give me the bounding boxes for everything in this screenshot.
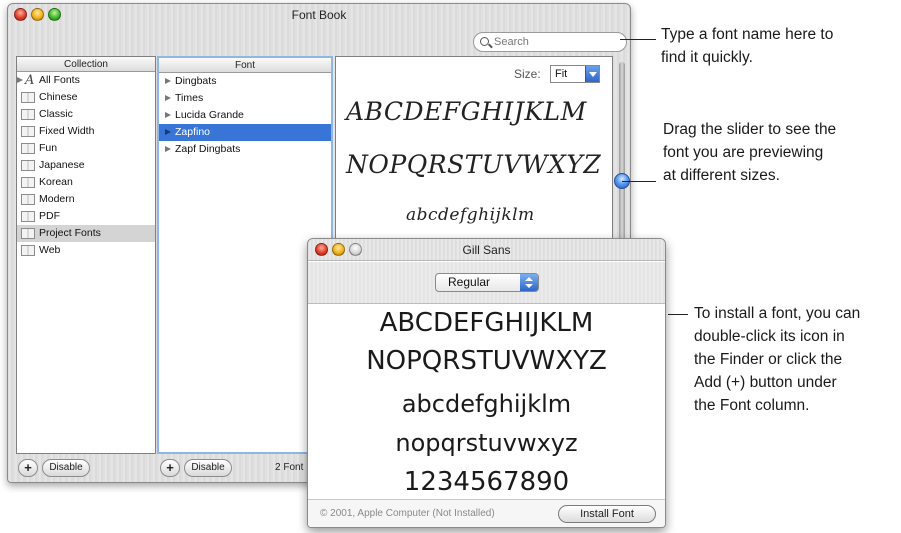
book-icon (21, 245, 35, 256)
size-value: Fit (555, 68, 568, 80)
font-item-label: Zapf Dingbats (175, 143, 241, 155)
sample-line-digits: 1234567890 (403, 467, 570, 497)
book-icon (21, 228, 35, 239)
search-icon (480, 37, 489, 46)
close-button[interactable] (315, 243, 328, 256)
font-item-dingbats[interactable]: Dingbats (159, 73, 331, 90)
font-preview-window: Gill Sans Regular ABCDEFGHIJKLM NOPQRSTU… (307, 238, 666, 528)
collection-item-pdf[interactable]: PDF (17, 208, 155, 225)
style-select[interactable]: Regular (435, 273, 539, 292)
disclosure-triangle-icon[interactable] (165, 129, 171, 135)
collection-item-fun[interactable]: Fun (17, 140, 155, 157)
book-icon (21, 126, 35, 137)
window-title: Font Book (291, 8, 347, 22)
font-item-label: Zapfino (175, 126, 211, 138)
preview-line-uppercase-1: ABCDEFGHIJKLM (346, 97, 587, 126)
add-collection-button[interactable]: + (18, 459, 38, 477)
collection-item-label: Modern (39, 193, 75, 205)
install-font-button[interactable]: Install Font (558, 505, 656, 523)
collection-item-label: Fixed Width (39, 125, 95, 137)
close-button[interactable] (14, 8, 27, 21)
font-item-lucida-grande[interactable]: Lucida Grande (159, 107, 331, 124)
disclosure-triangle-icon[interactable] (17, 77, 23, 83)
disclosure-triangle-icon[interactable] (165, 112, 171, 118)
collection-item-label: All Fonts (39, 74, 80, 86)
book-icon (21, 177, 35, 188)
callout-install: To install a font, you can double-click … (694, 305, 861, 414)
collection-item-label: PDF (39, 210, 60, 222)
sample-line-uppercase-1: ABCDEFGHIJKLM (379, 308, 594, 338)
collection-item-web[interactable]: Web (17, 242, 155, 259)
font-item-label: Dingbats (175, 75, 217, 87)
collection-list[interactable]: Collection A All Fonts Chinese Classic F… (16, 56, 156, 454)
callout-line-search (620, 39, 656, 40)
copyright-text: © 2001, Apple Computer (Not Installed) (320, 508, 495, 519)
book-icon (21, 160, 35, 171)
sample-line-uppercase-2: NOPQRSTUVWXYZ (366, 346, 607, 376)
collection-item-label: Fun (39, 142, 58, 154)
disable-collection-button[interactable]: Disable (42, 459, 90, 477)
font-item-zapfino[interactable]: Zapfino (159, 124, 331, 141)
preview-line-lowercase: abcdefghijklm (406, 205, 535, 225)
preview-window-controls (315, 243, 362, 256)
font-item-zapf-dingbats[interactable]: Zapf Dingbats (159, 141, 331, 158)
book-icon (21, 211, 35, 222)
zoom-button[interactable] (48, 8, 61, 21)
collection-item-chinese[interactable]: Chinese (17, 89, 155, 106)
style-bar: Regular (308, 262, 665, 304)
collection-item-label: Project Fonts (39, 227, 101, 239)
size-label: Size: (514, 67, 541, 81)
collection-item-label: Classic (39, 108, 73, 120)
popup-arrow-icon (585, 66, 599, 82)
size-select[interactable]: Fit (550, 65, 600, 83)
search-input[interactable]: Search (473, 32, 627, 52)
collection-item-label: Korean (39, 176, 73, 188)
book-icon (21, 109, 35, 120)
book-icon (21, 92, 35, 103)
font-item-label: Times (175, 92, 204, 104)
book-icon (21, 194, 35, 205)
font-item-times[interactable]: Times (159, 90, 331, 107)
collection-item-japanese[interactable]: Japanese (17, 157, 155, 174)
search-placeholder: Search (494, 36, 529, 48)
collection-item-label: Web (39, 244, 61, 256)
style-value: Regular (448, 275, 491, 289)
callout-line-slider (622, 181, 656, 182)
minimize-button[interactable] (332, 243, 345, 256)
disclosure-triangle-icon[interactable] (165, 95, 171, 101)
window-controls (14, 8, 61, 21)
collection-header[interactable]: Collection (17, 57, 155, 72)
collection-item-project-fonts[interactable]: Project Fonts (17, 225, 155, 242)
collection-item-modern[interactable]: Modern (17, 191, 155, 208)
font-header[interactable]: Font (159, 58, 331, 73)
sample-line-lowercase-1: abcdefghijklm (401, 390, 572, 418)
add-font-button[interactable]: + (160, 459, 180, 477)
collection-item-label: Chinese (39, 91, 78, 103)
collection-item-label: Japanese (39, 159, 85, 171)
preview-window-title: Gill Sans (462, 243, 511, 257)
disclosure-triangle-icon[interactable] (165, 146, 171, 152)
window-titlebar: Font Book (8, 4, 630, 26)
callout-line-install (668, 314, 688, 315)
book-icon (21, 143, 35, 154)
font-count: 2 Font (275, 462, 304, 473)
disable-font-button[interactable]: Disable (184, 459, 232, 477)
popup-arrow-icon (520, 274, 538, 291)
disclosure-triangle-icon[interactable] (165, 78, 171, 84)
minimize-button[interactable] (31, 8, 44, 21)
collection-item-classic[interactable]: Classic (17, 106, 155, 123)
font-item-label: Lucida Grande (175, 109, 244, 121)
zoom-button[interactable] (349, 243, 362, 256)
all-fonts-icon: A (25, 73, 35, 88)
collection-item-fixed-width[interactable]: Fixed Width (17, 123, 155, 140)
collection-item-korean[interactable]: Korean (17, 174, 155, 191)
callout-search: Type a font name here to find it quickly… (661, 26, 834, 66)
callout-slider: Drag the slider to see the font you are … (663, 121, 837, 184)
preview-window-titlebar: Gill Sans (308, 239, 665, 261)
sample-line-lowercase-2: nopqrstuvwxyz (395, 429, 578, 457)
preview-line-uppercase-2: NOPQRSTUVWXYZ (346, 150, 602, 179)
collection-item-all-fonts[interactable]: A All Fonts (17, 72, 155, 89)
preview-footer: © 2001, Apple Computer (Not Installed) I… (308, 499, 665, 527)
